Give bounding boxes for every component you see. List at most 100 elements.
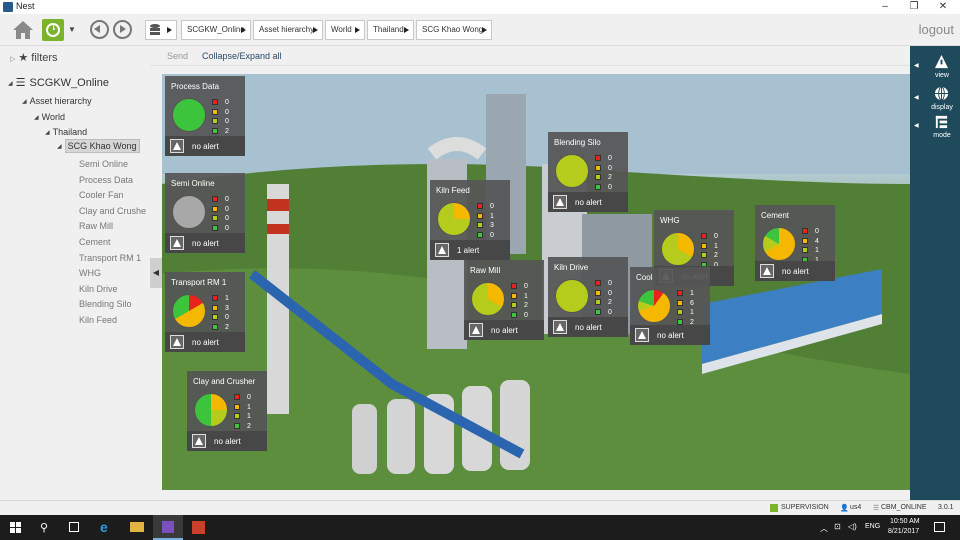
asset-widget[interactable]: Cement 0 4 1 1 no alert xyxy=(755,205,835,281)
status-color-square xyxy=(677,318,683,325)
tree-item-asset-hierarchy[interactable]: ◢ Asset hierarchy xyxy=(22,96,92,106)
status-count: 1 xyxy=(690,309,694,316)
search-icon[interactable]: ⚲ xyxy=(40,521,48,540)
edge-browser-icon[interactable]: e xyxy=(100,519,108,540)
sidebar: ▷ ★ filters ◢ ☰ SCGKW_Online ◢ Asset hierarch… xyxy=(0,46,150,500)
close-button[interactable]: ✕ xyxy=(929,0,957,14)
task-view-icon[interactable] xyxy=(69,522,79,532)
back-icon[interactable] xyxy=(90,20,109,39)
tree-item[interactable]: Process Data xyxy=(79,175,133,185)
current-user: us4 xyxy=(850,504,862,511)
warning-icon xyxy=(469,323,483,337)
home-icon[interactable] xyxy=(12,19,34,41)
clock-date[interactable]: 8/21/2017 xyxy=(888,528,919,540)
file-explorer-icon[interactable] xyxy=(130,522,144,532)
network-icon[interactable]: ⊡ xyxy=(834,522,841,540)
alert-bar[interactable]: 1 alert xyxy=(430,240,510,260)
status-pie xyxy=(637,289,671,323)
mode-button[interactable]: ◀ mode xyxy=(910,110,960,144)
tree-item[interactable]: Transport RM 1 xyxy=(79,253,141,263)
asset-widget[interactable]: Semi Online 0 0 0 0 no alert xyxy=(165,173,245,253)
tree-item[interactable]: Cement xyxy=(79,237,111,247)
status-count: 0 xyxy=(524,311,528,319)
alert-bar[interactable]: no alert xyxy=(165,233,245,253)
tree-item[interactable]: WHG xyxy=(79,268,101,278)
warning-icon xyxy=(760,264,774,278)
status-pie xyxy=(172,294,206,328)
alert-bar[interactable]: no alert xyxy=(464,320,544,340)
status-color-square xyxy=(802,228,808,234)
tree-item-thailand[interactable]: ◢ Thailand xyxy=(45,127,87,137)
volume-icon[interactable]: ◁) xyxy=(848,522,857,540)
notifications-icon[interactable] xyxy=(934,522,945,532)
tree-item-root[interactable]: ◢ ☰ SCGKW_Online xyxy=(8,76,109,89)
app-selector-caret-icon[interactable]: ▼ xyxy=(68,25,76,34)
warning-icon xyxy=(435,243,449,257)
breadcrumb-item[interactable]: Asset hierarchy xyxy=(253,20,323,40)
forward-icon[interactable] xyxy=(113,20,132,39)
user-icon: 👤 xyxy=(840,505,849,512)
alert-bar[interactable]: no alert xyxy=(548,317,628,337)
title-bar: Nest – ❐ ✕ xyxy=(0,0,960,14)
breadcrumb-item[interactable]: SCG Khao Wong xyxy=(416,20,492,40)
database-menu-button[interactable] xyxy=(145,20,177,40)
status-pie xyxy=(437,202,471,236)
status-color-square xyxy=(477,203,483,209)
asset-widget[interactable]: Kiln Drive 0 0 2 0 no alert xyxy=(548,257,628,337)
alert-bar[interactable]: no alert xyxy=(630,325,710,345)
view-button[interactable]: ◀ view xyxy=(910,50,960,84)
send-button[interactable]: Send xyxy=(167,51,188,61)
windows-start-icon[interactable] xyxy=(10,522,21,533)
tree-item[interactable]: Blending Silo xyxy=(79,299,132,309)
tree-item[interactable]: Raw Mill xyxy=(79,221,113,231)
status-pie xyxy=(661,232,695,266)
tree-item[interactable]: Kiln Drive xyxy=(79,284,118,294)
collapse-sidebar-button[interactable]: ◀ xyxy=(150,258,162,288)
alert-bar[interactable]: no alert xyxy=(165,136,245,156)
asset-widget[interactable]: Transport RM 1 1 3 0 2 no alert xyxy=(165,272,245,352)
status-color-square xyxy=(234,413,240,419)
breadcrumb-item[interactable]: World xyxy=(325,20,365,40)
globe-icon xyxy=(934,86,949,101)
alert-bar[interactable]: no alert xyxy=(755,261,835,281)
warning-icon xyxy=(170,236,184,250)
status-color-square xyxy=(595,280,601,286)
asset-widget[interactable]: Blending Silo 0 0 2 0 no alert xyxy=(548,132,628,212)
nest-taskbar-button[interactable] xyxy=(153,515,183,540)
tree-item[interactable]: Clay and Crushe xyxy=(79,206,146,216)
maximize-button[interactable]: ❐ xyxy=(900,0,928,14)
alert-bar[interactable]: no alert xyxy=(548,192,628,212)
asset-widget[interactable]: Process Data 0 0 0 2 no alert xyxy=(165,76,245,156)
alert-bar[interactable]: no alert xyxy=(187,431,267,451)
asset-widget[interactable]: Kiln Feed 0 1 3 0 1 alert xyxy=(430,180,510,260)
alert-bar[interactable]: no alert xyxy=(165,332,245,352)
asset-widget[interactable]: Clay and Crusher 0 1 1 2 no alert xyxy=(187,371,267,451)
status-pie xyxy=(555,154,589,188)
collapse-expand-all-link[interactable]: Collapse/Expand all xyxy=(202,51,282,61)
breadcrumb-item[interactable]: SCGKW_Online xyxy=(181,20,251,40)
asset-widget[interactable]: Cool 1 6 1 2 no alert xyxy=(630,267,710,345)
minimize-button[interactable]: – xyxy=(871,0,899,14)
status-count: 1 xyxy=(247,403,251,411)
app-selector-button[interactable] xyxy=(42,19,64,41)
status-color-square xyxy=(677,290,683,296)
tray-chevron-icon[interactable]: ︿ xyxy=(820,523,828,540)
status-count: 1 xyxy=(815,247,819,254)
tree-item[interactable]: Kiln Feed xyxy=(79,315,117,325)
asset-widget[interactable]: Raw Mill 0 1 2 0 no alert xyxy=(464,260,544,340)
status-count: 2 xyxy=(608,299,612,306)
widget-title: Semi Online xyxy=(171,179,215,188)
language-indicator[interactable]: ENG xyxy=(865,523,880,540)
breadcrumb-item[interactable]: Thailand xyxy=(367,20,414,40)
filters-toggle[interactable]: ▷ ★ filters xyxy=(10,51,58,64)
tree-item[interactable]: Semi Online xyxy=(79,159,128,169)
logout-link[interactable]: logout xyxy=(919,22,954,37)
tree-item-world[interactable]: ◢ World xyxy=(34,112,65,122)
status-color-square xyxy=(212,304,218,311)
status-color-square xyxy=(212,215,218,221)
tree-item[interactable]: Cooler Fan xyxy=(79,190,124,200)
widget-title: Clay and Crusher xyxy=(193,377,256,386)
status-color-square xyxy=(701,233,707,239)
powerpoint-icon[interactable] xyxy=(192,521,205,534)
tree-item-site[interactable]: ◢ SCG Khao Wong xyxy=(57,139,140,153)
